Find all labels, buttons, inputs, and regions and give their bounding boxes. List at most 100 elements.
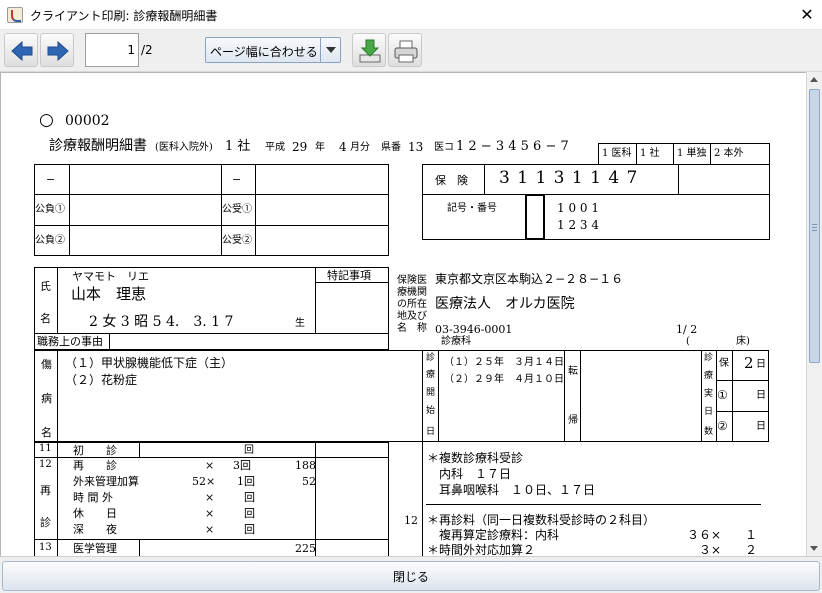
disease-divider: [564, 350, 565, 442]
disease-divider: [422, 350, 423, 442]
previous-page-button[interactable]: [4, 33, 38, 67]
java-app-icon: [7, 7, 23, 23]
zoom-select[interactable]: ページ幅に合わせる: [205, 37, 341, 63]
type-divider: [636, 143, 637, 165]
print-button[interactable]: [388, 33, 422, 67]
kohi-divider: [255, 164, 256, 256]
prefecture-label: 県番: [381, 142, 401, 153]
type-box-sha: 1 社: [640, 148, 660, 159]
grip-line: [812, 230, 817, 231]
scroll-thumb[interactable]: [809, 89, 820, 363]
days-kohi2-label: ②: [717, 419, 728, 433]
start-label-2: 療: [426, 370, 436, 380]
patient-sex-birth: 2 女 3 昭 5 4. 3. 1 7: [89, 314, 234, 330]
fee-12-side-1: 再: [40, 484, 51, 497]
fee-row-label: 外来管理加算: [73, 475, 139, 488]
fee-row-count: 回: [244, 507, 255, 520]
insurer-divider: [678, 164, 679, 194]
disease-divider: [438, 350, 439, 442]
disease-side-2: 病: [41, 392, 52, 405]
close-button[interactable]: 閉じる: [2, 561, 820, 591]
patient-kana: ヤマモト リエ: [72, 270, 149, 283]
detail-quantity: ３６× １: [687, 528, 758, 542]
fee-12-side-2: 診: [40, 516, 51, 529]
receipt-document: ○ 00002 診療報酬明細書 (医科入院外) 1 社 平成 29 年 4 月分…: [1, 73, 806, 556]
fees-divider: [139, 539, 140, 556]
kohi-row-line: [34, 225, 389, 226]
fees-dotted-line: [315, 539, 389, 540]
fee-11-no: 11: [39, 443, 52, 454]
fee-row-mult: ×: [205, 523, 215, 536]
facility-label-5: 名 称: [397, 323, 427, 334]
days-label-2: 療: [704, 371, 714, 381]
toolbar: /2 ページ幅に合わせる: [0, 30, 822, 72]
scroll-up-icon[interactable]: [807, 72, 822, 87]
day-unit-3: 日: [756, 421, 766, 432]
insurance-kind: 1 社: [225, 139, 251, 154]
prefecture-number: 13: [408, 140, 424, 154]
detail-divider: [422, 442, 423, 556]
year-value: 29: [292, 140, 308, 154]
fee-row-mult: ×: [205, 491, 215, 504]
start-label-3: 開: [426, 388, 436, 398]
month-value: 4: [339, 140, 347, 154]
medical-code-label: 医コ: [434, 142, 454, 153]
fee-row-label: 時 間 外: [73, 491, 113, 504]
scroll-down-icon[interactable]: [807, 541, 822, 556]
insurer-label: 保 険: [435, 174, 468, 187]
facility-label-2: 療機関: [397, 287, 427, 298]
disease-side-1: 傷: [41, 358, 52, 371]
insurer-row-line: [422, 194, 770, 195]
bottom-bar: 閉じる: [0, 556, 822, 593]
vertical-scrollbar[interactable]: [806, 72, 822, 556]
chevron-down-icon[interactable]: [320, 38, 340, 62]
disease-side-3: 名: [41, 426, 52, 439]
days-ins-label: 保: [719, 358, 729, 369]
detail-line: 耳鼻咽喉科 １０日、１７日: [427, 483, 596, 497]
detail-line: ＊時間外対応加算２: [427, 543, 536, 556]
circle-mark: ○: [39, 110, 54, 130]
receipt-number: 00002: [65, 113, 110, 129]
fee-13-points: 225: [295, 542, 316, 555]
facility-label-3: の所在: [397, 299, 427, 310]
type-divider: [710, 143, 711, 165]
fee-row-label: 深 夜: [73, 523, 117, 536]
birth-suffix: 生: [295, 318, 305, 329]
days-label-3: 実: [704, 389, 714, 399]
patient-name: 山本 理恵: [71, 285, 147, 303]
disease-name-1: （１）甲状腺機能低下症（主）: [65, 356, 234, 370]
title-bar: クライアント印刷: 診療報酬明細書 ✕: [0, 0, 822, 30]
tokki-line: [315, 282, 389, 283]
detail-line: 複再算定診療料：内科: [427, 528, 560, 542]
disease-divider: [580, 350, 581, 442]
facility-name: 医療法人 オルカ医院: [435, 296, 575, 312]
fees-dotted-line: [315, 457, 389, 458]
fee-row-count: 回: [244, 491, 255, 504]
download-button[interactable]: [352, 33, 386, 67]
document-viewport[interactable]: ○ 00002 診療報酬明細書 (医科入院外) 1 社 平成 29 年 4 月分…: [0, 72, 806, 556]
print-preview-window: クライアント印刷: 診療報酬明細書 ✕ /2 ページ幅に合わせる: [0, 0, 822, 593]
insurance-symbol: 1 0 0 1: [557, 201, 599, 215]
start-label-4: 始: [426, 406, 436, 416]
arrow-right-icon: [47, 40, 69, 62]
name-label-top: 氏: [40, 280, 51, 293]
page-number-input[interactable]: [85, 33, 139, 67]
year-unit: 年: [315, 142, 325, 153]
patient-divider: [57, 267, 58, 333]
symbol-box: [525, 194, 545, 240]
detail-line: 内科 １７日: [427, 467, 512, 481]
facility-tel: 03-3946-0001: [435, 323, 513, 336]
detail-column-number: 12: [404, 514, 418, 527]
document-title: 診療報酬明細書: [49, 138, 147, 154]
close-window-button[interactable]: ✕: [792, 0, 822, 30]
fee-11-unit: 回: [244, 445, 254, 456]
days-label-4: 日: [704, 407, 714, 417]
document-title-sub: (医科入院外): [155, 142, 213, 153]
fee-row-points: 188: [295, 459, 316, 472]
fee-row-mult: 52×: [192, 475, 216, 488]
next-page-button[interactable]: [40, 33, 74, 67]
detail-quantity: ３× ２: [699, 543, 758, 556]
kohi-dash-2: −: [232, 173, 242, 186]
kohi-fu-1: 公負①: [35, 204, 65, 215]
tenki-label-1: 転: [568, 366, 578, 377]
